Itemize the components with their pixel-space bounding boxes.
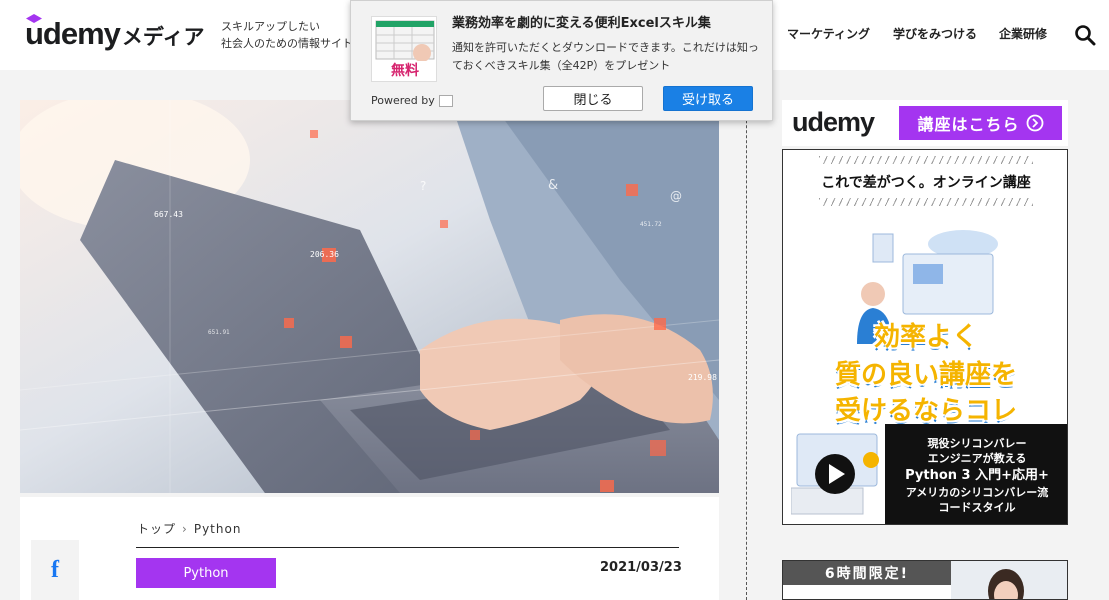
notification-popup: 無料 業務効率を劇的に変える便利Excelスキル集 通知を許可いただくとダウンロ… — [350, 0, 773, 121]
breadcrumb: トップ › Python — [137, 520, 241, 537]
popup-body: 通知を許可いただくとダウンロードできます。これだけは知っておくべきスキル集（全4… — [452, 41, 759, 72]
breadcrumb-python[interactable]: Python — [194, 522, 242, 536]
python-course-ad[interactable]: これで差がつく。オンライン講座 効率よく 質の良い講座を 受けるならコレ 現役シ… — [782, 149, 1068, 525]
ad-hatch-bottom — [819, 198, 1033, 206]
hero-laptop-illustration: & @ ? 667.43 206.36 219.98 451.72 651.91 — [20, 100, 719, 493]
article-card — [20, 497, 719, 600]
nav-marketing[interactable]: マーケティング — [787, 25, 870, 42]
popup-title: 業務効率を劇的に変える便利Excelスキル集 — [452, 16, 711, 31]
logo-media-text: メディア — [121, 25, 205, 49]
spreadsheet-icon — [375, 20, 435, 62]
hero-number-4: 451.72 — [640, 221, 662, 228]
hero-number-5: 651.91 — [208, 329, 230, 336]
site-logo[interactable]: udemy メディア — [25, 12, 204, 52]
ad-line-3: 受けるならコレ — [834, 396, 1017, 426]
nav-discover[interactable]: 学びをみつける — [893, 25, 977, 42]
ad-dark-line-5: コードスタイル — [938, 500, 1016, 514]
arrow-circle-icon — [1026, 114, 1043, 132]
ad-hatch-top — [819, 156, 1033, 164]
powered-by: Powered by — [371, 94, 453, 107]
powered-by-label: Powered by — [371, 94, 435, 107]
popup-thumbnail: 無料 — [371, 16, 437, 82]
category-badge[interactable]: Python — [136, 558, 276, 588]
ad-headline: これで差がつく。オンライン講座 — [821, 175, 1031, 191]
facebook-share-button[interactable]: f — [31, 540, 79, 600]
close-button[interactable]: 閉じる — [543, 86, 643, 111]
breadcrumb-home[interactable]: トップ — [137, 522, 176, 536]
facebook-icon: f — [51, 556, 59, 583]
course-link-label: 講座はこちら — [917, 115, 1020, 134]
ad2-photo — [951, 561, 1067, 599]
tagline-line1: スキルアップしたい — [221, 20, 320, 33]
logo-udemy-text: udemy — [25, 14, 121, 51]
hero-number-1: 667.43 — [154, 210, 183, 219]
udemy-banner-logo: udemy — [792, 107, 875, 137]
limited-time-ad[interactable]: 6時間限定! — [782, 560, 1068, 600]
accept-button[interactable]: 受け取る — [663, 86, 753, 111]
limited-time-label: 6時間限定! — [783, 561, 951, 585]
site-tagline: スキルアップしたい 社会人のための情報サイト — [221, 18, 353, 52]
svg-text:&: & — [548, 178, 558, 193]
ad-video-illustration — [791, 433, 879, 515]
ad-dark-line-3: Python 3 入門+応用+ — [905, 467, 1049, 483]
breadcrumb-divider — [136, 547, 679, 548]
ad-line-1: 効率よく — [873, 322, 978, 352]
column-divider — [746, 70, 747, 600]
hero-image: & @ ? 667.43 206.36 219.98 451.72 651.91 — [20, 100, 719, 493]
ad-line-2: 質の良い講座を — [834, 360, 1017, 390]
svg-text:@: @ — [670, 189, 682, 203]
free-label: 無料 — [372, 61, 436, 81]
broken-image-icon — [438, 94, 453, 107]
ad-dark-line-4: アメリカのシリコンバレー流 — [905, 485, 1049, 499]
tagline-line2: 社会人のための情報サイト — [221, 37, 353, 50]
ad-dark-line-1: 現役シリコンバレー — [927, 436, 1027, 450]
ad-dark-line-2: エンジニアが教える — [927, 451, 1027, 465]
hero-number-2: 206.36 — [310, 250, 339, 259]
logo-cap-icon — [26, 14, 42, 23]
nav-corporate-training[interactable]: 企業研修 — [999, 25, 1047, 42]
udemy-course-banner[interactable]: udemy 講座はこちら — [782, 100, 1068, 146]
hero-number-3: 219.98 — [688, 373, 717, 382]
course-link-button[interactable]: 講座はこちら — [899, 106, 1062, 140]
breadcrumb-chevron-icon: › — [182, 522, 188, 536]
publish-date: 2021/03/23 — [600, 560, 682, 575]
ad-course-description: 現役シリコンバレー エンジニアが教える Python 3 入門+応用+ アメリカ… — [885, 424, 1067, 524]
search-icon[interactable] — [1074, 24, 1096, 46]
svg-text:?: ? — [420, 179, 426, 193]
